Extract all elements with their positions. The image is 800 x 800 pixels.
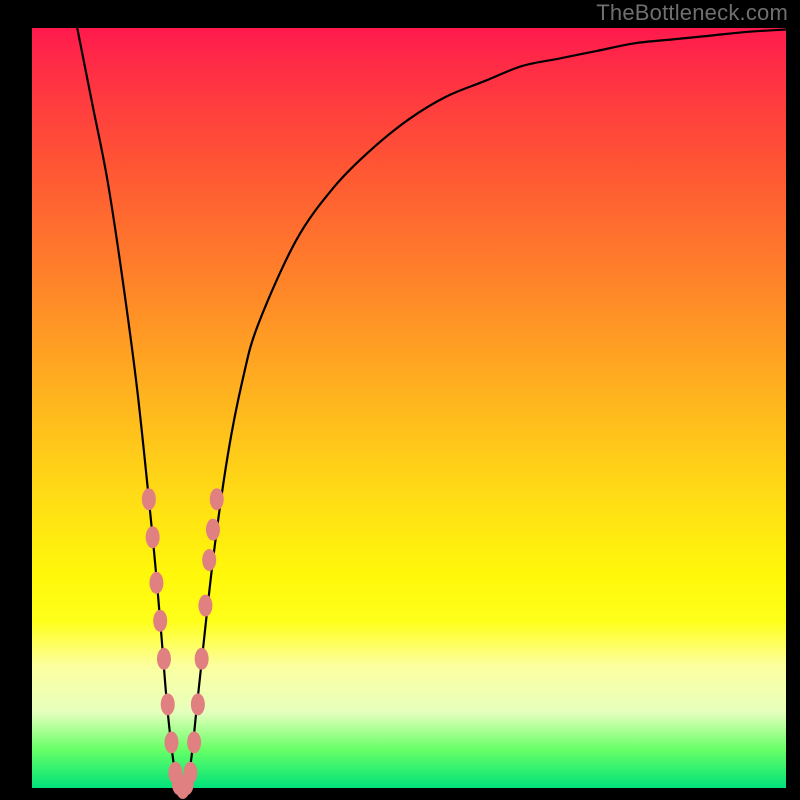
sample-point: [206, 519, 220, 541]
sample-point: [202, 549, 216, 571]
bottleneck-curve: [32, 0, 786, 788]
sample-point: [198, 595, 212, 617]
sample-point: [157, 648, 171, 670]
curve-layer: [32, 28, 786, 788]
sample-point: [161, 693, 175, 715]
sample-point: [142, 488, 156, 510]
plot-area: [32, 28, 786, 788]
sample-point: [191, 693, 205, 715]
sample-point: [187, 731, 201, 753]
chart-frame: TheBottleneck.com: [0, 0, 800, 800]
sample-points: [142, 488, 224, 799]
sample-point: [210, 488, 224, 510]
watermark-text: TheBottleneck.com: [596, 0, 788, 26]
sample-point: [164, 731, 178, 753]
sample-point: [146, 526, 160, 548]
sample-point: [149, 572, 163, 594]
sample-point: [153, 610, 167, 632]
sample-point: [183, 762, 197, 784]
sample-point: [195, 648, 209, 670]
